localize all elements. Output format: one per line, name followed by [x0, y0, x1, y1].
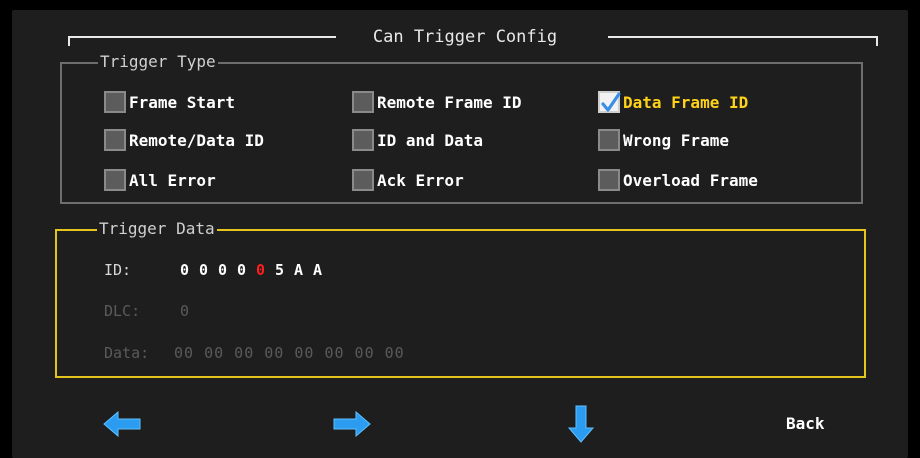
option-frame-start[interactable]: Frame Start	[104, 88, 235, 116]
id-digit[interactable]: 0	[180, 261, 199, 279]
nav-right-button[interactable]	[332, 410, 372, 442]
option-id-and-data[interactable]: ID and Data	[352, 126, 483, 154]
option-remote-data-id[interactable]: Remote/Data ID	[104, 126, 264, 154]
checkbox-ack-error[interactable]	[352, 169, 374, 191]
checkbox-data-frame-id[interactable]	[598, 91, 621, 113]
id-digit[interactable]: A	[313, 261, 332, 279]
checkbox-wrong-frame[interactable]	[598, 129, 620, 151]
checkbox-frame-start[interactable]	[104, 91, 126, 113]
option-overload-frame[interactable]: Overload Frame	[598, 166, 758, 194]
checkbox-overload-frame[interactable]	[598, 169, 620, 191]
nav-down-button[interactable]	[567, 404, 595, 448]
checkbox-remote-data-id[interactable]	[104, 129, 126, 151]
option-label: Ack Error	[377, 170, 464, 190]
option-label: Overload Frame	[623, 170, 758, 190]
nav-left-button[interactable]	[102, 410, 142, 442]
title-rule-right-tick	[876, 36, 878, 46]
option-label: Frame Start	[129, 92, 235, 112]
option-label: ID and Data	[377, 130, 483, 150]
title-rule-left	[68, 36, 336, 38]
option-ack-error[interactable]: Ack Error	[352, 166, 464, 194]
arrow-right-icon	[333, 410, 371, 438]
trigger-type-legend: Trigger Type	[98, 52, 218, 71]
arrow-down-icon	[567, 405, 595, 443]
id-field[interactable]: 000005AA	[180, 261, 332, 279]
title-rule-right	[608, 36, 878, 38]
option-all-error[interactable]: All Error	[104, 166, 216, 194]
id-digit[interactable]: 0	[237, 261, 256, 279]
checkbox-remote-frame-id[interactable]	[352, 91, 374, 113]
id-digit[interactable]: 0	[218, 261, 237, 279]
checkbox-all-error[interactable]	[104, 169, 126, 191]
option-label: Wrong Frame	[623, 130, 729, 150]
arrow-left-icon	[103, 410, 141, 438]
option-label: Data Frame ID	[623, 92, 749, 112]
data-bytes-value[interactable]: 00 00 00 00 00 00 00 00	[174, 344, 405, 362]
id-digit[interactable]: 5	[275, 261, 294, 279]
option-label: Remote Frame ID	[377, 92, 522, 112]
option-label: All Error	[129, 170, 216, 190]
page-title: Can Trigger Config	[372, 27, 558, 47]
checkbox-id-and-data[interactable]	[352, 129, 374, 151]
trigger-data-legend: Trigger Data	[97, 219, 217, 238]
checkmark-icon	[601, 92, 621, 112]
dlc-value[interactable]: 0	[180, 302, 189, 320]
back-button[interactable]: Back	[786, 414, 825, 433]
id-label: ID:	[104, 261, 132, 279]
id-digit[interactable]: A	[294, 261, 313, 279]
option-remote-frame-id[interactable]: Remote Frame ID	[352, 88, 522, 116]
data-label: Data:	[104, 344, 150, 362]
option-label: Remote/Data ID	[129, 130, 264, 150]
id-digit[interactable]: 0	[199, 261, 218, 279]
option-wrong-frame[interactable]: Wrong Frame	[598, 126, 729, 154]
id-digit-selected[interactable]: 0	[256, 261, 275, 279]
title-rule-left-tick	[68, 36, 70, 46]
dlc-label: DLC:	[104, 302, 141, 320]
option-data-frame-id[interactable]: Data Frame ID	[598, 88, 748, 116]
